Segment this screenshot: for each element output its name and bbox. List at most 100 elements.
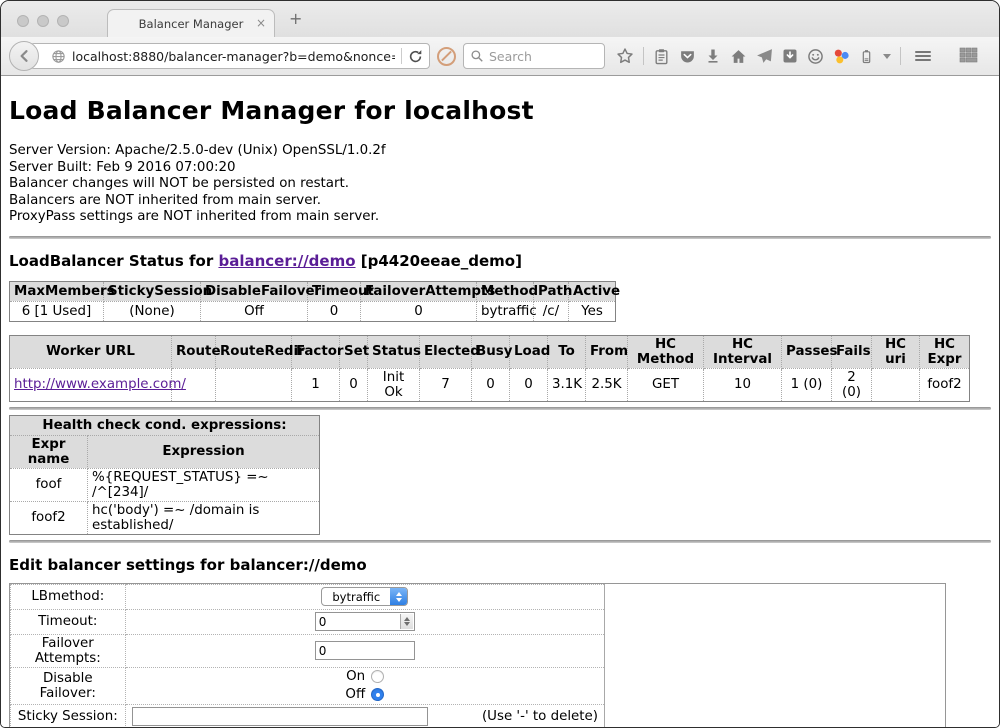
- search-placeholder: Search: [489, 49, 532, 64]
- persist-note-line: Balancer changes will NOT be persisted o…: [9, 176, 991, 193]
- back-arrow-icon: [16, 48, 32, 64]
- edit-settings-heading: Edit balancer settings for balancer://de…: [9, 556, 991, 574]
- col-route: Route: [172, 335, 216, 368]
- cell-failoverattempts: 0: [361, 301, 477, 321]
- back-button[interactable]: [9, 41, 39, 71]
- worker-header-row: Worker URL Route RouteRedir Factor Set S…: [10, 335, 970, 368]
- search-bar[interactable]: Search: [463, 43, 605, 69]
- radio-off[interactable]: [371, 688, 384, 701]
- page-content: Load Balancer Manager for localhost Serv…: [1, 76, 999, 728]
- cell-expr-name: foof: [10, 468, 88, 501]
- server-version-line: Server Version: Apache/2.5.0-dev (Unix) …: [9, 143, 991, 160]
- url-bar[interactable]: localhost:8880/balancer-manager?b=demo&n…: [30, 43, 430, 69]
- col-expr-name: Expr name: [10, 435, 88, 468]
- balancer-demo-link[interactable]: balancer://demo: [218, 252, 355, 270]
- col-hc-expr: HC Expr: [920, 335, 970, 368]
- lbmethod-label: LBmethod:: [11, 584, 126, 609]
- balancer-status-table: MaxMembers StickySession DisableFailover…: [9, 281, 616, 322]
- col-maxmembers: MaxMembers: [10, 281, 104, 301]
- failover-attempts-value: 0: [319, 644, 327, 658]
- smiley-icon[interactable]: [807, 48, 824, 65]
- battery-icon[interactable]: [859, 48, 874, 65]
- cell-active: Yes: [569, 301, 616, 321]
- col-passes: Passes: [782, 335, 832, 368]
- settings-table: LBmethod: bytraffic Timeout: 0: [10, 584, 605, 728]
- lbmethod-row: LBmethod: bytraffic: [11, 584, 605, 609]
- content-blocker-icon[interactable]: [437, 47, 456, 66]
- col-disablefailover: DisableFailover: [201, 281, 308, 301]
- timeout-value: 0: [319, 615, 327, 629]
- sticky-session-input[interactable]: [132, 707, 428, 726]
- worker-data-row: http://www.example.com/ 1 0 Init Ok 7 0 …: [10, 368, 970, 401]
- disable-failover-label: Disable Failover:: [11, 667, 126, 704]
- close-window-button[interactable]: [17, 15, 29, 27]
- sticky-session-note: (Use '-' to delete): [482, 709, 598, 724]
- col-set: Set: [340, 335, 368, 368]
- grid-extension-icon[interactable]: [958, 46, 980, 66]
- disable-failover-radios: On Off: [345, 669, 384, 702]
- extension-download-icon[interactable]: [782, 48, 798, 64]
- browser-window: Balancer Manager × + localhost:8880/bala…: [0, 0, 1000, 728]
- new-tab-button[interactable]: +: [289, 11, 302, 27]
- tab-balancer-manager[interactable]: Balancer Manager ×: [107, 9, 275, 37]
- health-row-foof2: foof2 hc('body') =~ /domain is establish…: [10, 501, 320, 534]
- downloads-icon[interactable]: [705, 48, 721, 64]
- cell-disablefailover: Off: [201, 301, 308, 321]
- bookmark-star-icon[interactable]: [616, 47, 634, 65]
- pocket-icon[interactable]: [679, 48, 696, 65]
- col-factor: Factor: [292, 335, 340, 368]
- reload-icon[interactable]: [408, 49, 423, 64]
- health-header-row: Expr name Expression: [10, 435, 320, 468]
- timeout-input[interactable]: 0: [315, 612, 415, 631]
- divider: [9, 540, 991, 543]
- health-row-foof: foof %{REQUEST_STATUS} =~ /^[234]/: [10, 468, 320, 501]
- url-text[interactable]: localhost:8880/balancer-manager?b=demo&n…: [72, 49, 395, 64]
- lbmethod-select[interactable]: bytraffic: [321, 587, 408, 606]
- overflow-caret-icon[interactable]: [883, 54, 891, 59]
- col-active: Active: [569, 281, 616, 301]
- divider: [9, 236, 991, 239]
- balancer-data-row: 6 [1 Used] (None) Off 0 0 bytraffic /c/ …: [10, 301, 616, 321]
- color-dots-extension-icon[interactable]: [833, 48, 850, 65]
- urlbar-divider: [401, 48, 402, 64]
- zoom-window-button[interactable]: [57, 15, 69, 27]
- toolbar-separator: [643, 47, 644, 65]
- cell-stickysession: (None): [104, 301, 201, 321]
- reading-list-icon[interactable]: [653, 48, 670, 65]
- health-check-table: Health check cond. expressions: Expr nam…: [9, 415, 320, 535]
- number-spinner-icon[interactable]: [400, 614, 413, 629]
- toolbar-icons: [616, 46, 991, 66]
- menu-hamburger-icon[interactable]: [913, 48, 933, 64]
- cell-busy: 0: [472, 368, 510, 401]
- col-load: Load: [510, 335, 548, 368]
- proxypass-note-line: ProxyPass settings are NOT inherited fro…: [9, 209, 991, 226]
- cell-to: 3.1K: [548, 368, 586, 401]
- search-icon: [470, 49, 484, 63]
- send-plane-icon[interactable]: [756, 48, 773, 65]
- cell-expression: hc('body') =~ /domain is established/: [88, 501, 320, 534]
- sticky-session-row: Sticky Session: (Use '-' to delete): [11, 704, 605, 728]
- tab-title: Balancer Manager: [139, 17, 244, 31]
- cell-hc-interval: 10: [704, 368, 782, 401]
- failover-attempts-input[interactable]: 0: [315, 641, 415, 660]
- col-path: Path: [534, 281, 569, 301]
- col-method: Method: [477, 281, 534, 301]
- cell-routeredir: [216, 368, 292, 401]
- worker-url-link[interactable]: http://www.example.com/: [14, 377, 186, 392]
- status-heading-prefix: LoadBalancer Status for: [9, 252, 218, 270]
- tab-close-icon[interactable]: ×: [256, 16, 266, 30]
- cell-status: Init Ok: [368, 368, 420, 401]
- col-fails: Fails: [832, 335, 872, 368]
- col-busy: Busy: [472, 335, 510, 368]
- col-expression: Expression: [88, 435, 320, 468]
- failover-attempts-label: Failover Attempts:: [11, 634, 126, 667]
- minimize-window-button[interactable]: [37, 15, 49, 27]
- home-icon[interactable]: [730, 48, 747, 65]
- globe-icon: [51, 49, 66, 64]
- window-controls[interactable]: [17, 15, 69, 27]
- sticky-session-label: Sticky Session:: [11, 704, 126, 728]
- loadbalancer-status-heading: LoadBalancer Status for balancer://demo …: [9, 252, 991, 270]
- col-to: To: [548, 335, 586, 368]
- radio-on[interactable]: [371, 670, 384, 683]
- col-timeout: Timeout: [308, 281, 361, 301]
